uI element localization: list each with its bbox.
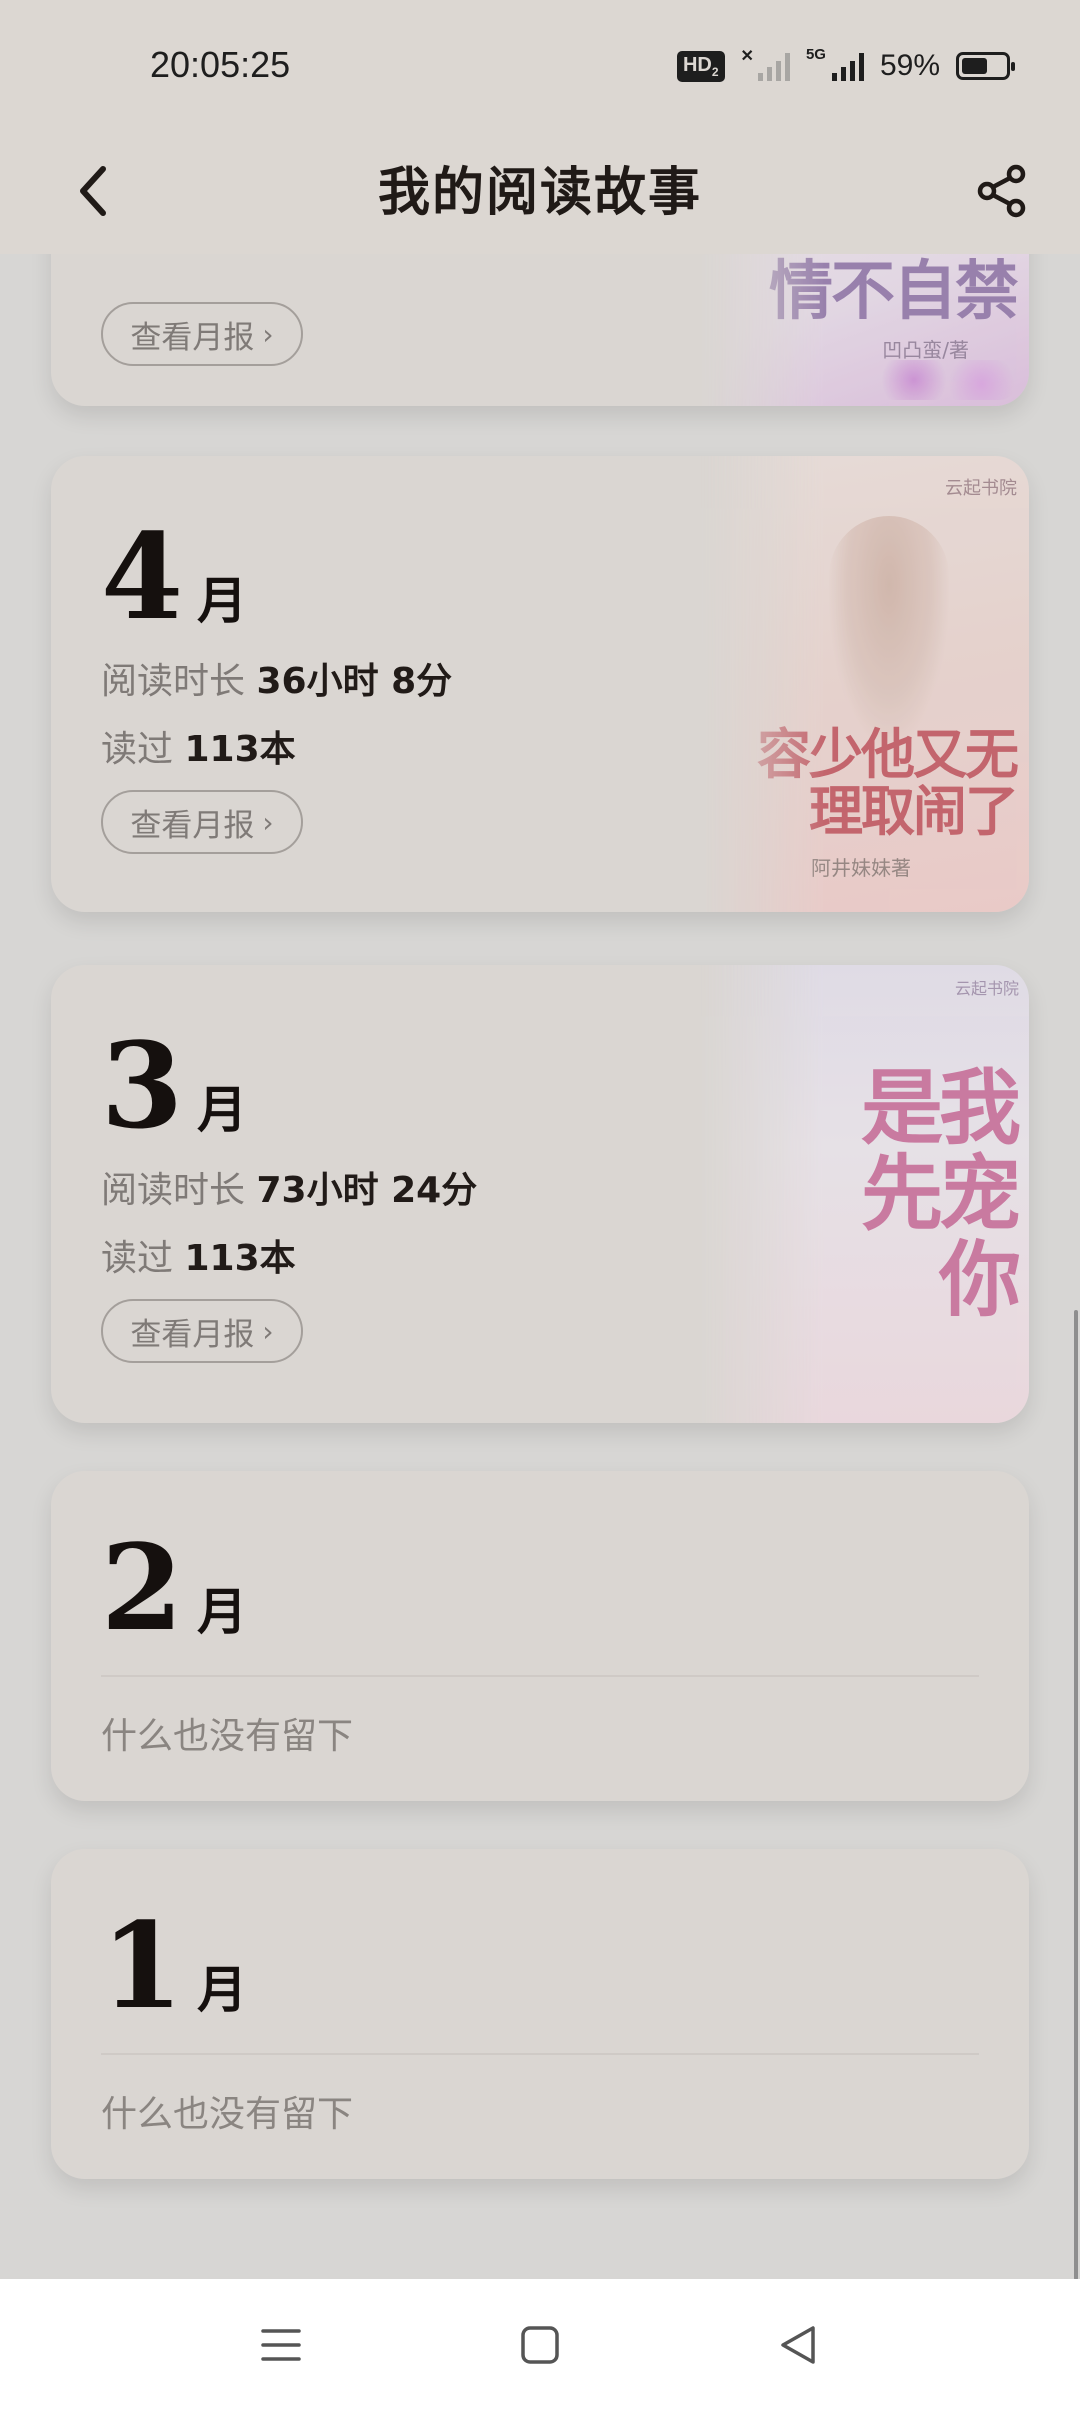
month-number: 3: [101, 1016, 184, 1155]
book-cover-title: 容少他又无理取闹了: [757, 722, 1019, 843]
month-card-3[interactable]: 是我先宠你 云起书院 3 月 阅读时长 73小时 24分 读过 113本 查看月…: [51, 965, 1029, 1423]
book-cover-author: 凹凸蛮/著: [882, 338, 969, 362]
back-triangle-icon: [781, 2326, 815, 2364]
battery-icon: [956, 52, 1015, 80]
menu-button[interactable]: [239, 2303, 323, 2387]
divider: [101, 1675, 979, 1677]
system-nav-bar: [0, 2279, 1080, 2412]
month-card-5: 情不自禁 凹凸蛮/著 查看月报 ›: [51, 254, 1029, 406]
month-unit: 月: [197, 1961, 248, 2019]
publisher-logo: 云起书院: [945, 478, 1017, 499]
chevron-right-icon: ›: [262, 1314, 274, 1348]
empty-month-text: 什么也没有留下: [101, 1716, 354, 1757]
month-unit: 月: [197, 1081, 248, 1139]
month-card-2: 2 月 什么也没有留下: [51, 1471, 1029, 1801]
month-heading: 2 月: [101, 1529, 247, 1647]
month-heading: 4 月: [101, 518, 247, 636]
signal-sim2-icon: [831, 51, 864, 81]
empty-month-text: 什么也没有留下: [101, 2094, 354, 2135]
hd-icon: HD2: [676, 50, 725, 82]
book-cover: 是我先宠你 云起书院: [699, 965, 1029, 1423]
page-title: 我的阅读故事: [377, 163, 702, 223]
share-button[interactable]: [966, 154, 1040, 228]
divider: [101, 2053, 979, 2055]
chevron-right-icon: ›: [262, 317, 274, 351]
month-number: 4: [101, 507, 184, 646]
month-unit: 月: [197, 1583, 248, 1641]
reading-duration-value: 73小时 24分: [256, 1170, 478, 1211]
flower-decoration: [869, 360, 1019, 400]
reading-duration-value: 36小时 8分: [256, 661, 453, 702]
no-signal-icon: ✕: [740, 48, 754, 65]
month-number: 1: [101, 1896, 184, 2035]
month-unit: 月: [197, 572, 248, 630]
month-card-1: 1 月 什么也没有留下: [51, 1849, 1029, 2179]
books-read-value: 113本: [184, 729, 296, 770]
figure-silhouette: [829, 516, 949, 746]
battery-level: [962, 58, 987, 74]
home-square-icon: [521, 2326, 559, 2364]
reading-duration: 阅读时长 36小时 8分: [101, 661, 453, 702]
menu-icon: [261, 2329, 301, 2361]
view-report-button[interactable]: 查看月报 ›: [101, 1299, 303, 1363]
reading-duration: 阅读时长 73小时 24分: [101, 1170, 478, 1211]
status-time: 20:05:25: [150, 44, 291, 85]
month-card-4[interactable]: 容少他又无理取闹了 阿井妹妹著 云起书院 4 月 阅读时长 36小时 8分 读过…: [51, 456, 1029, 912]
status-bar: 20:05:25 HD2 ✕ 5G 59%: [0, 0, 1080, 136]
status-icons: HD2 ✕ 5G 59%: [676, 46, 1015, 86]
system-back-button[interactable]: [756, 2303, 840, 2387]
view-report-button[interactable]: 查看月报 ›: [101, 790, 303, 854]
month-number: 2: [101, 1518, 184, 1657]
app-header: 我的阅读故事: [0, 136, 1080, 254]
book-cover-title: 情不自禁: [769, 254, 1019, 329]
month-list[interactable]: 情不自禁 凹凸蛮/著 查看月报 › 容少他又无理取闹了 阿井妹妹著 云起书院 4…: [0, 254, 1080, 2279]
home-button[interactable]: [498, 2303, 582, 2387]
network-type: 5G: [805, 46, 826, 63]
chevron-right-icon: ›: [262, 805, 274, 839]
scrollbar[interactable]: [1074, 1310, 1078, 2280]
signal-sim1-icon: [757, 51, 790, 81]
book-cover: 容少他又无理取闹了 阿井妹妹著 云起书院: [699, 456, 1029, 912]
month-heading: 1 月: [101, 1907, 247, 2025]
battery-percent: 59%: [879, 49, 940, 82]
share-icon: [977, 164, 1026, 218]
view-report-button[interactable]: 查看月报 ›: [101, 302, 303, 366]
books-read: 读过 113本: [101, 1238, 296, 1279]
book-cover-title: 是我先宠你: [860, 1060, 1021, 1329]
publisher-logo: 云起书院: [954, 979, 1019, 998]
book-cover-author: 阿井妹妹著: [811, 856, 911, 880]
book-cover: 情不自禁 凹凸蛮/著: [699, 254, 1029, 406]
month-heading: 3 月: [101, 1027, 247, 1145]
books-read: 读过 113本: [101, 729, 296, 770]
books-read-value: 113本: [184, 1238, 296, 1279]
